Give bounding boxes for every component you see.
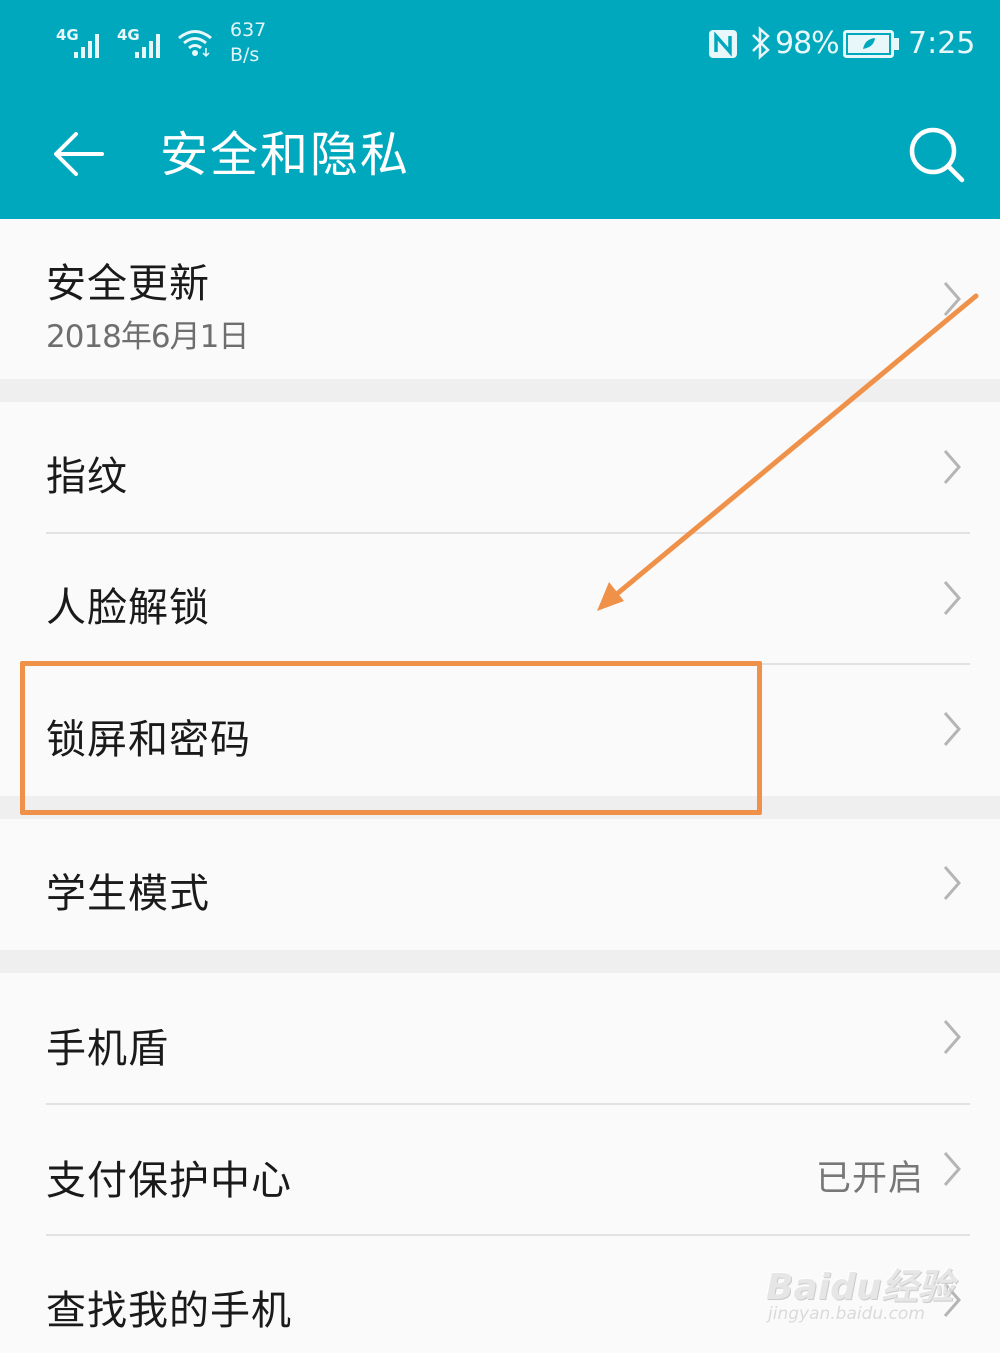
annotation-arrow: [597, 293, 979, 611]
watermark-brand: Baidu经验: [766, 1267, 954, 1308]
baidu-watermark: Baidu经验 jingyan.baidu.com: [766, 1246, 956, 1332]
watermark-url: jingyan.baidu.com: [768, 1304, 925, 1324]
